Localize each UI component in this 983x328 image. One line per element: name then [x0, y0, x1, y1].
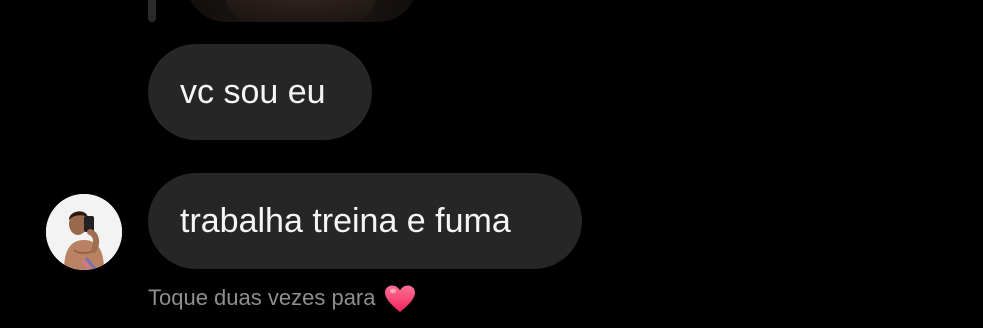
shared-photo-message[interactable]: [186, 0, 418, 22]
sender-avatar[interactable]: [46, 194, 122, 270]
double-tap-hint: Toque duas vezes para: [148, 282, 416, 314]
avatar-image: [46, 194, 122, 270]
heart-icon[interactable]: [384, 284, 416, 314]
message-text: vc sou eu: [180, 73, 326, 111]
hint-text: Toque duas vezes para: [148, 285, 376, 310]
reply-thread-line: [148, 0, 156, 22]
message-bubble[interactable]: trabalha treina e fuma: [148, 173, 582, 269]
message-text: trabalha treina e fuma: [180, 202, 511, 240]
message-bubble[interactable]: vc sou eu: [148, 44, 372, 140]
